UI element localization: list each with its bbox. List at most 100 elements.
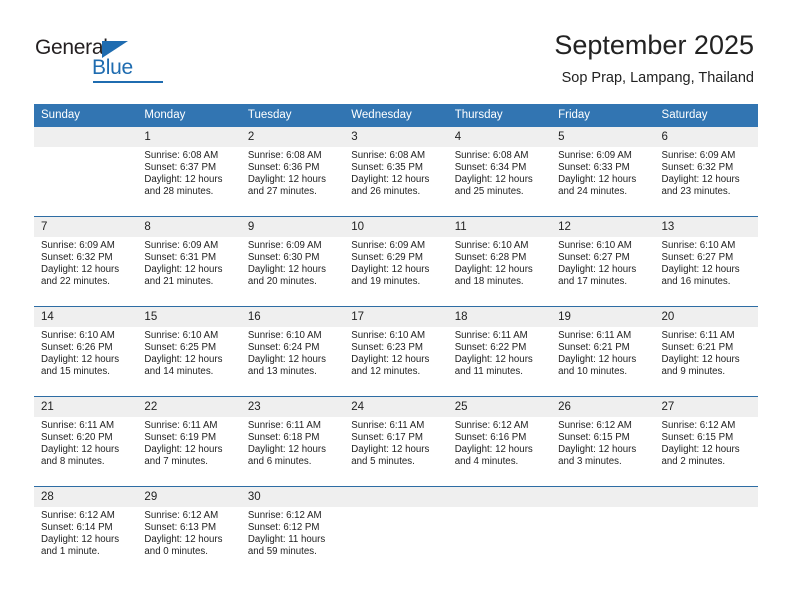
day-number: 10 (344, 217, 448, 237)
sunset-text: Sunset: 6:15 PM (661, 431, 734, 443)
daylight-text-line1: Daylight: 12 hours (144, 533, 223, 545)
day-number: 21 (34, 397, 138, 417)
calendar-day-cell[interactable] (654, 486, 758, 576)
day-details: Sunrise: 6:11 AM Sunset: 6:20 PM Dayligh… (34, 417, 137, 467)
calendar-day-cell[interactable]: 5 Sunrise: 6:09 AM Sunset: 6:33 PM Dayli… (551, 127, 655, 217)
calendar-day-cell[interactable]: 13 Sunrise: 6:10 AM Sunset: 6:27 PM Dayl… (654, 216, 758, 307)
calendar-day-cell[interactable]: 20 Sunrise: 6:11 AM Sunset: 6:21 PM Dayl… (654, 306, 758, 397)
day-details: Sunrise: 6:11 AM Sunset: 6:22 PM Dayligh… (448, 327, 551, 377)
day-details: Sunrise: 6:09 AM Sunset: 6:33 PM Dayligh… (551, 147, 654, 197)
day-details (655, 507, 758, 510)
calendar-day-cell[interactable]: 8 Sunrise: 6:09 AM Sunset: 6:31 PM Dayli… (137, 216, 241, 307)
day-number: 30 (240, 487, 345, 507)
calendar-day-cell[interactable]: 29 Sunrise: 6:12 AM Sunset: 6:13 PM Dayl… (137, 486, 241, 576)
calendar-day-cell[interactable]: 11 Sunrise: 6:10 AM Sunset: 6:28 PM Dayl… (447, 216, 552, 307)
day-number: 18 (447, 307, 552, 327)
sunrise-text: Sunrise: 6:10 AM (351, 330, 426, 341)
day-number: 20 (654, 307, 758, 327)
daylight-text-line1: Daylight: 12 hours (247, 443, 326, 455)
calendar-day-cell[interactable]: 23 Sunrise: 6:11 AM Sunset: 6:18 PM Dayl… (240, 396, 345, 487)
day-details: Sunrise: 6:11 AM Sunset: 6:18 PM Dayligh… (241, 417, 344, 467)
day-details: Sunrise: 6:11 AM Sunset: 6:17 PM Dayligh… (344, 417, 447, 467)
calendar-week-row: 1 Sunrise: 6:08 AM Sunset: 6:37 PM Dayli… (34, 127, 758, 217)
calendar-day-cell[interactable]: 12 Sunrise: 6:10 AM Sunset: 6:27 PM Dayl… (551, 216, 655, 307)
weekday-header-thursday: Thursday (447, 104, 552, 127)
calendar-day-cell[interactable]: 21 Sunrise: 6:11 AM Sunset: 6:20 PM Dayl… (34, 396, 138, 487)
weekday-header-tuesday: Tuesday (240, 104, 345, 127)
daylight-text-line1: Daylight: 12 hours (41, 533, 120, 545)
calendar-week-row: 7 Sunrise: 6:09 AM Sunset: 6:32 PM Dayli… (34, 216, 758, 307)
daylight-text-line2: and 16 minutes. (661, 275, 731, 287)
calendar-day-cell[interactable]: 6 Sunrise: 6:09 AM Sunset: 6:32 PM Dayli… (654, 127, 758, 217)
daylight-text-line1: Daylight: 12 hours (558, 173, 637, 185)
sunrise-text: Sunrise: 6:10 AM (41, 330, 115, 341)
daylight-text-line2: and 59 minutes. (247, 545, 317, 557)
sunset-text: Sunset: 6:28 PM (454, 251, 527, 263)
calendar-day-cell[interactable] (551, 486, 655, 576)
daylight-text-line1: Daylight: 12 hours (351, 353, 430, 365)
calendar-day-cell[interactable]: 19 Sunrise: 6:11 AM Sunset: 6:21 PM Dayl… (551, 306, 655, 397)
calendar-day-cell[interactable]: 2 Sunrise: 6:08 AM Sunset: 6:36 PM Dayli… (240, 127, 345, 217)
daylight-text-line1: Daylight: 12 hours (144, 263, 223, 275)
sunrise-text: Sunrise: 6:12 AM (41, 510, 115, 521)
day-details: Sunrise: 6:08 AM Sunset: 6:36 PM Dayligh… (241, 147, 344, 197)
calendar-day-cell[interactable]: 27 Sunrise: 6:12 AM Sunset: 6:15 PM Dayl… (654, 396, 758, 487)
sunset-text: Sunset: 6:27 PM (661, 251, 734, 263)
daylight-text-line1: Daylight: 12 hours (41, 353, 120, 365)
location-subtitle: Sop Prap, Lampang, Thailand (561, 70, 754, 86)
calendar-day-cell[interactable]: 17 Sunrise: 6:10 AM Sunset: 6:23 PM Dayl… (344, 306, 448, 397)
calendar-day-cell[interactable]: 3 Sunrise: 6:08 AM Sunset: 6:35 PM Dayli… (344, 127, 448, 217)
daylight-text-line1: Daylight: 12 hours (454, 353, 533, 365)
calendar-day-cell[interactable]: 18 Sunrise: 6:11 AM Sunset: 6:22 PM Dayl… (447, 306, 552, 397)
daylight-text-line1: Daylight: 12 hours (558, 353, 637, 365)
calendar-day-cell[interactable]: 16 Sunrise: 6:10 AM Sunset: 6:24 PM Dayl… (240, 306, 345, 397)
daylight-text-line2: and 23 minutes. (661, 185, 731, 197)
calendar-day-cell[interactable]: 25 Sunrise: 6:12 AM Sunset: 6:16 PM Dayl… (447, 396, 552, 487)
day-details: Sunrise: 6:11 AM Sunset: 6:21 PM Dayligh… (655, 327, 758, 377)
calendar-day-cell[interactable] (34, 127, 138, 217)
day-number: 15 (137, 307, 241, 327)
daylight-text-line2: and 19 minutes. (351, 275, 421, 287)
calendar-day-cell[interactable]: 4 Sunrise: 6:08 AM Sunset: 6:34 PM Dayli… (447, 127, 552, 217)
daylight-text-line2: and 0 minutes. (144, 545, 208, 557)
weekday-header-saturday: Saturday (654, 104, 758, 127)
calendar-body: 1 Sunrise: 6:08 AM Sunset: 6:37 PM Dayli… (34, 127, 758, 576)
calendar-day-cell[interactable]: 22 Sunrise: 6:11 AM Sunset: 6:19 PM Dayl… (137, 396, 241, 487)
sunrise-text: Sunrise: 6:11 AM (351, 420, 425, 431)
sunset-text: Sunset: 6:16 PM (454, 431, 527, 443)
logo-underline (93, 81, 163, 83)
calendar-day-cell[interactable]: 24 Sunrise: 6:11 AM Sunset: 6:17 PM Dayl… (344, 396, 448, 487)
day-number: 7 (34, 217, 138, 237)
sunrise-text: Sunrise: 6:08 AM (351, 150, 426, 161)
calendar-day-cell[interactable] (344, 486, 448, 576)
day-number: 14 (34, 307, 138, 327)
calendar-day-cell[interactable]: 28 Sunrise: 6:12 AM Sunset: 6:14 PM Dayl… (34, 486, 138, 576)
calendar-day-cell[interactable]: 7 Sunrise: 6:09 AM Sunset: 6:32 PM Dayli… (34, 216, 138, 307)
sunset-text: Sunset: 6:32 PM (41, 251, 113, 263)
calendar-day-cell[interactable]: 14 Sunrise: 6:10 AM Sunset: 6:26 PM Dayl… (34, 306, 138, 397)
day-number (34, 127, 138, 147)
sunset-text: Sunset: 6:12 PM (247, 521, 320, 533)
calendar-day-cell[interactable]: 30 Sunrise: 6:12 AM Sunset: 6:12 PM Dayl… (240, 486, 345, 576)
day-number: 4 (447, 127, 552, 147)
daylight-text-line2: and 27 minutes. (247, 185, 317, 197)
sunset-text: Sunset: 6:17 PM (351, 431, 423, 443)
daylight-text-line1: Daylight: 11 hours (247, 533, 326, 545)
sunrise-text: Sunrise: 6:11 AM (144, 420, 218, 431)
sunset-text: Sunset: 6:15 PM (558, 431, 630, 443)
calendar-day-cell[interactable] (447, 486, 552, 576)
calendar-day-cell[interactable]: 26 Sunrise: 6:12 AM Sunset: 6:15 PM Dayl… (551, 396, 655, 487)
calendar-day-cell[interactable]: 1 Sunrise: 6:08 AM Sunset: 6:37 PM Dayli… (137, 127, 241, 217)
day-number: 6 (654, 127, 758, 147)
day-details: Sunrise: 6:12 AM Sunset: 6:15 PM Dayligh… (551, 417, 654, 467)
daylight-text-line1: Daylight: 12 hours (247, 263, 326, 275)
daylight-text-line2: and 13 minutes. (247, 365, 317, 377)
daylight-text-line2: and 18 minutes. (454, 275, 524, 287)
day-number (654, 487, 758, 507)
daylight-text-line1: Daylight: 12 hours (144, 443, 223, 455)
daylight-text-line2: and 26 minutes. (351, 185, 421, 197)
calendar-day-cell[interactable]: 10 Sunrise: 6:09 AM Sunset: 6:29 PM Dayl… (344, 216, 448, 307)
calendar-day-cell[interactable]: 9 Sunrise: 6:09 AM Sunset: 6:30 PM Dayli… (240, 216, 345, 307)
daylight-text-line2: and 14 minutes. (144, 365, 214, 377)
calendar-day-cell[interactable]: 15 Sunrise: 6:10 AM Sunset: 6:25 PM Dayl… (137, 306, 241, 397)
